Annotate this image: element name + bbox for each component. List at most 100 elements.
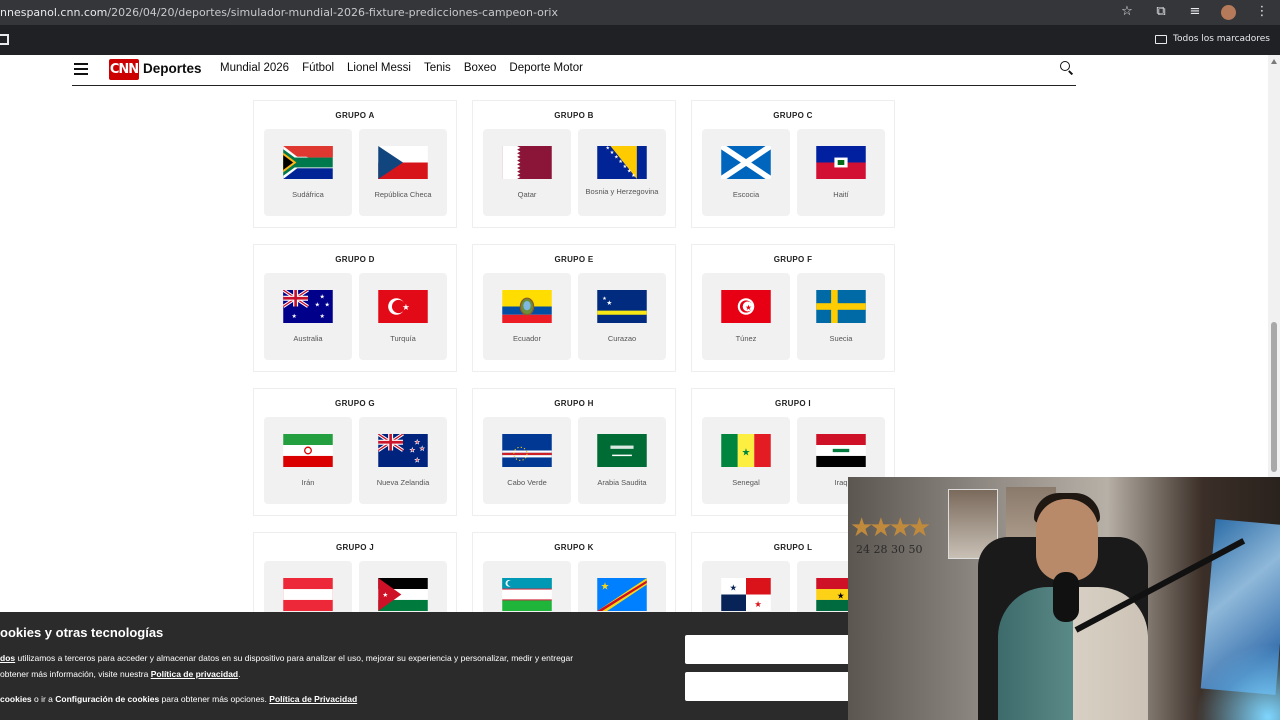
group-title: GRUPO C — [773, 111, 813, 120]
svg-text:★: ★ — [410, 447, 415, 454]
profile-avatar[interactable] — [1221, 4, 1236, 20]
cookie-line-3-text: o ir a — [31, 694, 56, 704]
flag-icon — [816, 434, 866, 467]
group-title: GRUPO A — [335, 111, 375, 120]
group-card: GRUPO D ★ ★ ★ ★ ★ Australia ★ Turquía — [253, 244, 457, 372]
svg-text:★: ★ — [631, 173, 636, 179]
apps-grid-icon[interactable] — [0, 34, 9, 45]
nav-link[interactable]: Fútbol — [302, 62, 334, 74]
all-bookmarks-button[interactable]: Todos los marcadores — [1155, 34, 1270, 44]
team-card[interactable]: Cabo Verde — [483, 417, 571, 504]
flag-icon — [283, 578, 333, 611]
team-name: Sudáfrica — [292, 190, 324, 199]
team-name: Cabo Verde — [507, 478, 547, 487]
media-controls-icon[interactable]: ≡ — [1187, 4, 1203, 20]
group-title: GRUPO I — [775, 399, 811, 408]
team-card[interactable]: ★ ★ Curazao — [578, 273, 666, 360]
cookie-line-3: cookies o ir a Configuración de cookies … — [0, 694, 357, 704]
flag-icon — [721, 146, 771, 179]
team-name: Arabia Saudita — [597, 478, 647, 487]
flag-icon: ★ — [597, 578, 647, 611]
group-card: GRUPO A Sudáfrica República Checa — [253, 100, 457, 228]
bookmarks-bar: Todos los marcadores — [0, 25, 1280, 55]
team-card[interactable]: Qatar — [483, 129, 571, 216]
svg-text:★: ★ — [415, 439, 420, 446]
team-card[interactable]: Irán — [264, 417, 352, 504]
nav-link[interactable]: Deporte Motor — [509, 62, 583, 74]
group-card: GRUPO F ★ Túnez Suecia — [691, 244, 895, 372]
team-card[interactable]: ★ Turquía — [359, 273, 447, 360]
hamburger-menu-icon[interactable] — [74, 63, 88, 75]
flag-icon — [816, 146, 866, 179]
flag-icon — [283, 434, 333, 467]
nav-link[interactable]: Lionel Messi — [347, 62, 411, 74]
group-title: GRUPO G — [335, 399, 375, 408]
cnn-logo[interactable]: CNN — [109, 59, 139, 80]
team-card[interactable]: Ecuador — [483, 273, 571, 360]
flag-icon — [502, 146, 552, 179]
stars-years: 24 28 30 50 — [856, 543, 923, 556]
bookmark-star-icon[interactable]: ☆ — [1119, 4, 1135, 20]
team-card[interactable]: Haití — [797, 129, 885, 216]
svg-text:★: ★ — [601, 582, 610, 593]
cookie-line-1: utilizamos a terceros para acceder y alm… — [15, 653, 574, 663]
cookie-settings-link[interactable]: Configuración de cookies — [55, 694, 159, 704]
team-name: Escocia — [732, 190, 760, 199]
svg-text:★: ★ — [315, 302, 320, 309]
group-title: GRUPO K — [554, 543, 594, 552]
team-name: Nueva Zelandia — [376, 478, 430, 487]
svg-text:★: ★ — [292, 313, 297, 320]
nav-link[interactable]: Mundial 2026 — [220, 62, 289, 74]
team-card[interactable]: ★ Túnez — [702, 273, 790, 360]
group-card: GRUPO C Escocia Haití — [691, 100, 895, 228]
scrollbar-thumb[interactable] — [1271, 322, 1277, 472]
flag-icon — [502, 434, 552, 467]
group-card: GRUPO G Irán ★ ★ ★ ★ Nueva Zelandia — [253, 388, 457, 516]
flag-icon: ★ ★ — [597, 290, 647, 323]
team-card[interactable]: ★ ★ ★ ★ Nueva Zelandia — [359, 417, 447, 504]
team-name: Haití — [833, 190, 849, 199]
cookie-banner: ookies y otras tecnologías dos utilizamo… — [0, 612, 855, 720]
cookie-accept-button[interactable] — [685, 635, 855, 664]
team-card[interactable]: ★ Senegal — [702, 417, 790, 504]
privacy-policy-link[interactable]: Política de privacidad — [151, 669, 238, 679]
team-card[interactable]: Escocia — [702, 129, 790, 216]
team-name: Suecia — [829, 334, 853, 343]
url-text[interactable]: nnespanol.cnn.com/2026/04/20/deportes/si… — [0, 6, 558, 19]
team-card[interactable]: Arabia Saudita — [578, 417, 666, 504]
section-brand[interactable]: Deportes — [143, 61, 202, 76]
privacy-policy-link-2[interactable]: Política de Privacidad — [269, 694, 357, 704]
svg-text:★: ★ — [402, 303, 409, 312]
search-icon[interactable] — [1060, 61, 1074, 75]
flag-icon: ★ ★ ★ ★ ★ ★ ★ — [597, 146, 647, 179]
all-bookmarks-label: Todos los marcadores — [1173, 34, 1270, 44]
flag-icon — [283, 146, 333, 179]
browser-menu-icon[interactable]: ⋮ — [1254, 4, 1270, 20]
cookie-line-2-end: . — [238, 669, 241, 679]
team-card[interactable]: República Checa — [359, 129, 447, 216]
team-card[interactable]: Sudáfrica — [264, 129, 352, 216]
svg-text:★: ★ — [606, 299, 612, 307]
svg-text:★: ★ — [325, 302, 330, 309]
cookie-link-partners[interactable]: dos — [0, 653, 15, 663]
flag-icon: ★ — [721, 434, 771, 467]
team-card[interactable]: ★ ★ ★ ★ ★ ★ ★ Bosnia y Herzegovina — [578, 129, 666, 216]
team-card[interactable]: ★ ★ ★ ★ ★ Australia — [264, 273, 352, 360]
nav-link[interactable]: Tenis — [424, 62, 451, 74]
browser-address-bar[interactable]: nnespanol.cnn.com/2026/04/20/deportes/si… — [0, 0, 1280, 25]
svg-text:★: ★ — [742, 447, 751, 458]
svg-text:★: ★ — [320, 313, 325, 320]
nav-link[interactable]: Boxeo — [464, 62, 497, 74]
cookie-reject-button[interactable] — [685, 672, 855, 701]
scroll-up-arrow-icon[interactable] — [1271, 59, 1277, 64]
cookie-text: dos utilizamos a terceros para acceder y… — [0, 650, 650, 682]
cookie-line-2: obtener más información, visite nuestra — [0, 669, 151, 679]
team-name: Ecuador — [513, 334, 541, 343]
svg-text:★: ★ — [745, 303, 752, 312]
team-name: Qatar — [517, 190, 537, 199]
svg-text:★: ★ — [730, 583, 737, 592]
extensions-icon[interactable]: ⧉ — [1153, 4, 1169, 20]
svg-text:★: ★ — [420, 446, 425, 453]
cookie-line-3-tail: para obtener más opciones. — [159, 694, 270, 704]
team-card[interactable]: Suecia — [797, 273, 885, 360]
